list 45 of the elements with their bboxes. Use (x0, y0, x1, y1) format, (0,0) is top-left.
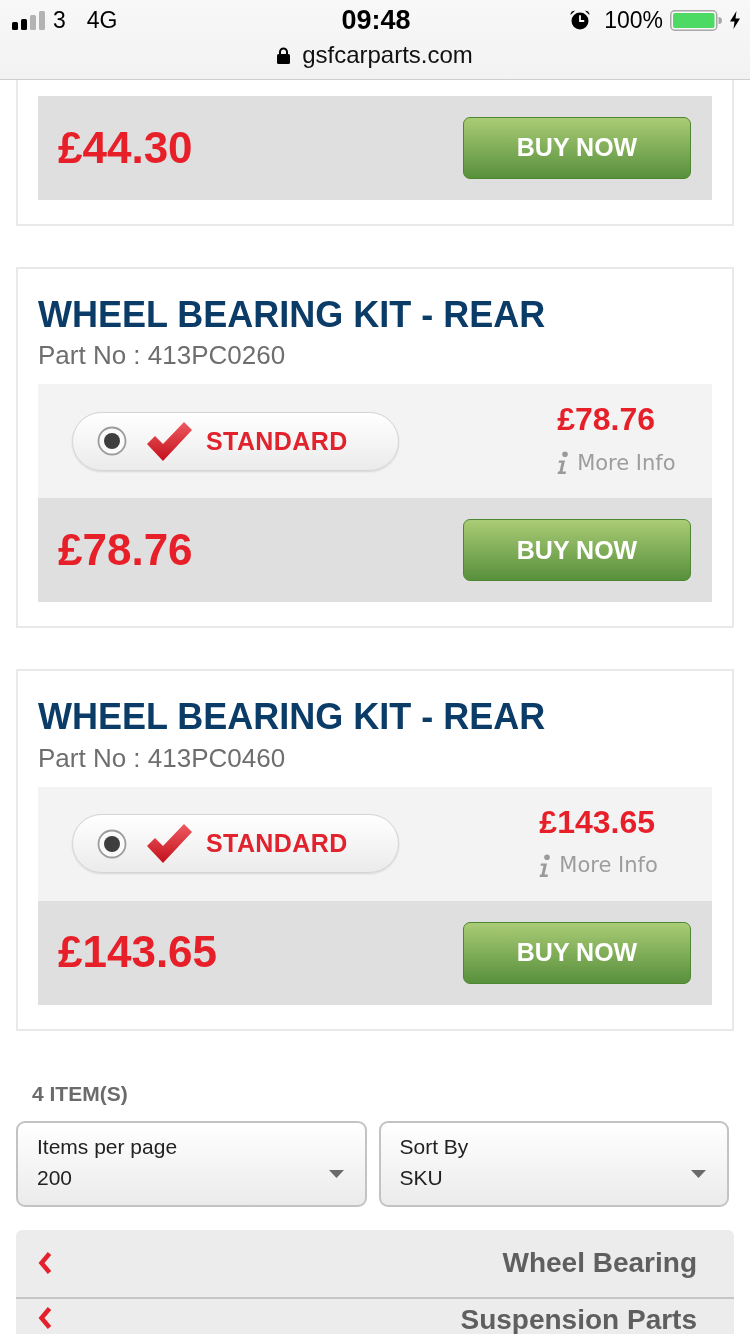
chevron-left-icon (38, 1251, 52, 1276)
field-label: Sort By (399, 1133, 469, 1159)
lock-icon (277, 46, 291, 64)
signal-bars-icon (12, 10, 45, 30)
option-selector[interactable]: STANDARD (72, 411, 399, 471)
buy-now-button[interactable]: BUY NOW (463, 519, 691, 582)
dropdown-field[interactable]: Sort By SKU (378, 1120, 729, 1207)
field-value: SKU (399, 1164, 443, 1190)
product-title: WHEEL BEARING KIT - REAR (38, 293, 546, 337)
info-icon (539, 853, 552, 878)
caret-down-icon (328, 1170, 344, 1179)
product-price: £44.30 (58, 121, 193, 174)
category-link[interactable]: Wheel Bearing (16, 1229, 734, 1299)
dropdown-field[interactable]: Items per page 200 (16, 1120, 367, 1207)
alarm-clock-icon (570, 10, 591, 30)
product-price: £143.65 (58, 926, 218, 979)
part-number: Part No : 413PC0460 (38, 742, 286, 774)
product-title: WHEEL BEARING KIT - REAR (38, 695, 546, 739)
charging-bolt-icon (730, 11, 740, 29)
field-label: Items per page (37, 1133, 178, 1159)
option-label: STANDARD (206, 428, 348, 454)
buy-now-button[interactable]: BUY NOW (463, 921, 691, 984)
battery-icon (670, 9, 722, 31)
carrier-name: 3 (53, 8, 66, 32)
option-selector[interactable]: STANDARD (72, 814, 399, 874)
option-price: £143.65 (539, 802, 655, 842)
field-value: 200 (37, 1164, 73, 1190)
option-price: £78.76 (557, 400, 655, 439)
battery-percentage: 100% (604, 8, 663, 32)
category-link[interactable]: Suspension Parts (16, 1298, 734, 1334)
check-mark-icon (147, 421, 192, 461)
clock-time: 09:48 (341, 6, 411, 34)
info-icon (557, 451, 570, 476)
url-text: gsfcarparts.com (302, 43, 473, 67)
item-count: 4 ITEM(S) (32, 1080, 128, 1106)
buy-now-button[interactable]: BUY NOW (463, 117, 691, 179)
part-number: Part No : 413PC0260 (38, 340, 286, 372)
more-info-link[interactable]: More Info (557, 450, 676, 476)
option-label: STANDARD (206, 831, 348, 857)
check-mark-icon (147, 824, 192, 864)
more-info-link[interactable]: More Info (539, 853, 658, 879)
caret-down-icon (691, 1170, 706, 1179)
chevron-left-icon (38, 1305, 52, 1330)
product-price: £78.76 (58, 523, 193, 576)
network-type: 4G (86, 8, 118, 32)
